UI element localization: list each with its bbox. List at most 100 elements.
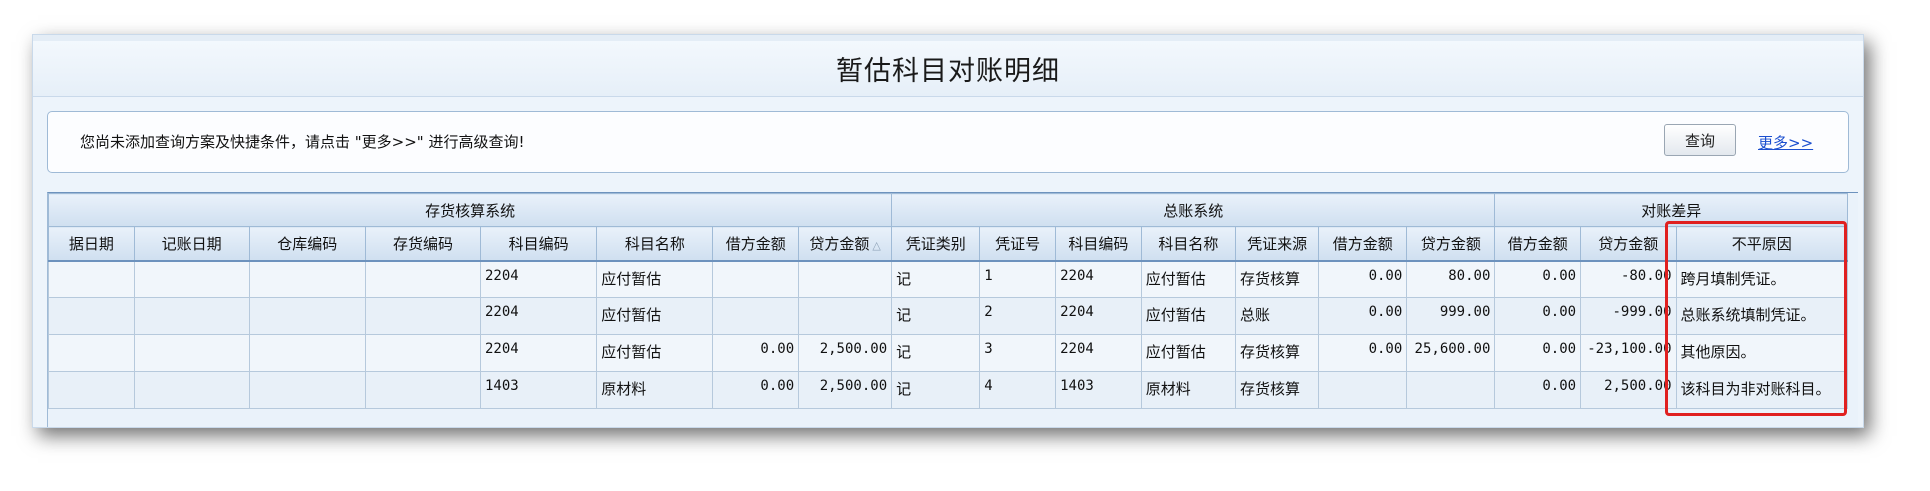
reconciliation-window: 暂估科目对账明细 您尚未添加查询方案及快捷条件，请点击 "更多>>" 进行高级查… bbox=[32, 34, 1864, 428]
cell-gl-debit: 0.00 bbox=[1318, 297, 1408, 335]
cell-voucher-no: 4 bbox=[979, 371, 1057, 409]
table-row[interactable]: 2204 应付暂估 记 1 2204 应付暂估 存货核算 0.00 80.00 … bbox=[48, 260, 1849, 298]
col-header-inventory-code[interactable]: 存货编码 bbox=[364, 226, 481, 262]
cell-posting-date bbox=[133, 334, 250, 372]
cell-posting-date bbox=[133, 297, 250, 335]
cell-diff-debit: 0.00 bbox=[1494, 260, 1582, 298]
col-header-account-code[interactable]: 科目编码 bbox=[479, 226, 598, 262]
cell-debit bbox=[712, 297, 800, 335]
cell-reason: 其他原因。 bbox=[1675, 334, 1849, 372]
cell-reason: 该科目为非对账科目。 bbox=[1675, 371, 1849, 409]
cell-gl-debit bbox=[1318, 371, 1408, 409]
col-header-voucher-no[interactable]: 凭证号 bbox=[979, 226, 1057, 262]
group-header-difference: 对账差异 bbox=[1494, 193, 1848, 227]
query-panel: 您尚未添加查询方案及快捷条件，请点击 "更多>>" 进行高级查询! 查询 更多>… bbox=[47, 111, 1849, 173]
cell-account-code: 2204 bbox=[479, 260, 598, 298]
col-header-gl-credit[interactable]: 贷方金额 bbox=[1406, 226, 1496, 262]
col-header-gl-account-code[interactable]: 科目编码 bbox=[1055, 226, 1142, 262]
cell-gl-account-code: 1403 bbox=[1055, 371, 1142, 409]
cell-gl-credit: 25,600.00 bbox=[1406, 334, 1496, 372]
cell-diff-debit: 0.00 bbox=[1494, 371, 1582, 409]
sort-icon: △ bbox=[872, 238, 881, 252]
cell-posting-date bbox=[133, 260, 250, 298]
cell-voucher-type: 记 bbox=[891, 371, 981, 409]
col-header-credit-label: 贷方金额 bbox=[809, 234, 870, 253]
cell-credit: 2,500.00 bbox=[798, 371, 893, 409]
cell-warehouse-code bbox=[248, 334, 366, 372]
cell-gl-account-code: 2204 bbox=[1055, 260, 1142, 298]
cell-gl-account-name: 应付暂估 bbox=[1140, 260, 1236, 298]
cell-inventory-code bbox=[364, 334, 481, 372]
cell-reason: 总账系统填制凭证。 bbox=[1675, 297, 1849, 335]
cell-document-date bbox=[48, 371, 135, 409]
cell-account-code: 1403 bbox=[479, 371, 598, 409]
title-bar: 暂估科目对账明细 bbox=[33, 41, 1863, 97]
cell-reason: 跨月填制凭证。 bbox=[1675, 260, 1849, 298]
cell-credit bbox=[798, 297, 893, 335]
col-header-debit[interactable]: 借方金额 bbox=[712, 226, 800, 262]
cell-diff-credit: 2,500.00 bbox=[1580, 371, 1677, 409]
cell-account-name: 原材料 bbox=[596, 371, 714, 409]
cell-account-name: 应付暂估 bbox=[596, 260, 714, 298]
cell-gl-account-code: 2204 bbox=[1055, 297, 1142, 335]
query-hint-text: 您尚未添加查询方案及快捷条件，请点击 "更多>>" 进行高级查询! bbox=[80, 133, 525, 151]
cell-account-code: 2204 bbox=[479, 297, 598, 335]
col-header-diff-debit[interactable]: 借方金额 bbox=[1494, 226, 1582, 262]
cell-voucher-type: 记 bbox=[891, 297, 981, 335]
col-header-credit[interactable]: 贷方金额 △ bbox=[798, 226, 893, 262]
col-header-document-date[interactable]: 据日期 bbox=[48, 226, 135, 262]
cell-diff-debit: 0.00 bbox=[1494, 297, 1582, 335]
page-title: 暂估科目对账明细 bbox=[836, 56, 1060, 87]
col-header-gl-debit[interactable]: 借方金额 bbox=[1318, 226, 1408, 262]
cell-debit: 0.00 bbox=[712, 371, 800, 409]
col-header-account-name[interactable]: 科目名称 bbox=[596, 226, 714, 262]
cell-voucher-type: 记 bbox=[891, 334, 981, 372]
cell-warehouse-code bbox=[248, 260, 366, 298]
cell-credit bbox=[798, 260, 893, 298]
cell-debit bbox=[712, 260, 800, 298]
cell-warehouse-code bbox=[248, 371, 366, 409]
cell-voucher-no: 3 bbox=[979, 334, 1057, 372]
table-row[interactable]: 1403 原材料 0.00 2,500.00 记 4 1403 原材料 存货核算… bbox=[48, 371, 1849, 409]
query-button[interactable]: 查询 bbox=[1664, 124, 1736, 156]
col-header-gl-account-name[interactable]: 科目名称 bbox=[1140, 226, 1236, 262]
cell-gl-debit: 0.00 bbox=[1318, 334, 1408, 372]
group-header-inventory: 存货核算系统 bbox=[47, 193, 893, 227]
col-header-diff-credit[interactable]: 贷方金额 bbox=[1580, 226, 1677, 262]
cell-diff-debit: 0.00 bbox=[1494, 334, 1582, 372]
cell-document-date bbox=[48, 297, 135, 335]
column-header-row: 据日期 记账日期 仓库编码 存货编码 科目编码 科目名称 借方金额 贷方金额 △ … bbox=[48, 226, 1849, 262]
cell-debit: 0.00 bbox=[712, 334, 800, 372]
cell-voucher-source: 存货核算 bbox=[1234, 334, 1320, 372]
cell-diff-credit: -80.00 bbox=[1580, 260, 1677, 298]
cell-inventory-code bbox=[364, 371, 481, 409]
table-row[interactable]: 2204 应付暂估 记 2 2204 应付暂估 总账 0.00 999.00 0… bbox=[48, 297, 1849, 335]
cell-warehouse-code bbox=[248, 297, 366, 335]
col-header-voucher-type[interactable]: 凭证类别 bbox=[891, 226, 981, 262]
cell-voucher-source: 总账 bbox=[1234, 297, 1320, 335]
cell-diff-credit: -23,100.00 bbox=[1580, 334, 1677, 372]
cell-posting-date bbox=[133, 371, 250, 409]
cell-gl-credit: 80.00 bbox=[1406, 260, 1496, 298]
cell-gl-credit bbox=[1406, 371, 1496, 409]
more-link[interactable]: 更多>> bbox=[1758, 132, 1813, 153]
cell-credit: 2,500.00 bbox=[798, 334, 893, 372]
detail-table: 存货核算系统 总账系统 对账差异 据日期 记账日期 仓库编码 存货编码 科目编码… bbox=[47, 193, 1849, 409]
group-header-row: 存货核算系统 总账系统 对账差异 bbox=[47, 193, 1848, 227]
col-header-warehouse-code[interactable]: 仓库编码 bbox=[248, 226, 366, 262]
cell-gl-credit: 999.00 bbox=[1406, 297, 1496, 335]
col-header-voucher-source[interactable]: 凭证来源 bbox=[1234, 226, 1320, 262]
group-header-ledger: 总账系统 bbox=[891, 193, 1496, 227]
cell-account-code: 2204 bbox=[479, 334, 598, 372]
cell-gl-debit: 0.00 bbox=[1318, 260, 1408, 298]
col-header-posting-date[interactable]: 记账日期 bbox=[133, 226, 250, 262]
cell-diff-credit: -999.00 bbox=[1580, 297, 1677, 335]
col-header-reason[interactable]: 不平原因 bbox=[1675, 226, 1849, 262]
cell-gl-account-name: 原材料 bbox=[1140, 371, 1236, 409]
cell-inventory-code bbox=[364, 260, 481, 298]
table-row[interactable]: 2204 应付暂估 0.00 2,500.00 记 3 2204 应付暂估 存货… bbox=[48, 334, 1849, 372]
cell-account-name: 应付暂估 bbox=[596, 297, 714, 335]
cell-voucher-no: 2 bbox=[979, 297, 1057, 335]
cell-account-name: 应付暂估 bbox=[596, 334, 714, 372]
cell-voucher-source: 存货核算 bbox=[1234, 260, 1320, 298]
